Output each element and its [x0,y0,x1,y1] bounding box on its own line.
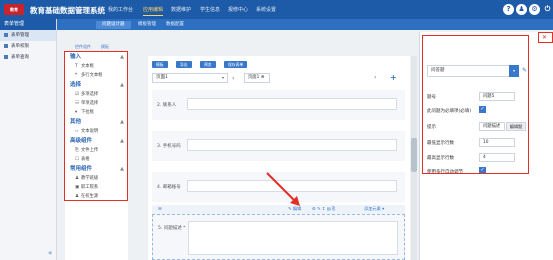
tab-templates[interactable]: 模板 [101,44,109,50]
answer-input[interactable] [187,98,397,110]
permission-icon [4,43,8,48]
highlight-box-palette [64,51,128,201]
annotation-arrow [266,172,300,206]
gear-icon[interactable]: ⚙ [529,4,540,15]
question-row[interactable]: 2. 联系人 [152,90,405,120]
highlight-box-properties [422,35,529,174]
nav-workbench[interactable]: 我的工作台 [108,6,133,13]
prev-page-icon[interactable]: ‹ [232,75,234,82]
next-page-icon[interactable]: › [374,74,376,81]
logo: 教育 [4,4,24,15]
sidebar-title: 表单管理 [0,19,56,30]
sidebar-item-form-permission[interactable]: 表单权限 [0,41,56,52]
question-label: 4. 邮箱账号 [157,185,181,190]
add-element-button[interactable]: 添加元素 ▾ [364,206,384,212]
user-icon[interactable]: ♟ [516,4,527,15]
page-tab[interactable]: 页面1 ⊗ [244,73,270,83]
form-icon [4,32,8,37]
nav-student-info[interactable]: 学生信息 [200,6,220,13]
preview-button[interactable]: 预览 [200,61,216,68]
question-label: 3. 手机号码 [157,144,181,149]
collapse-sidebar-icon[interactable]: « [48,249,52,257]
sidebar-item-form-manage[interactable]: 表单管理 [0,30,56,41]
tab-controls[interactable]: 控件组件 [75,44,91,50]
question-row-selected[interactable]: 5. 问题描述 * [152,214,405,260]
nav-system-settings[interactable]: 系统设置 [256,6,276,13]
answer-textarea[interactable] [188,221,398,255]
drag-handle-icon[interactable]: ☰ [158,206,162,211]
add-page-icon[interactable]: + [390,73,397,82]
save-form-button[interactable]: 保存表单 [224,61,248,68]
question-row[interactable]: 3. 手机号码 [152,131,405,161]
sidebar: 表单管理 表单管理 表单权限 表单查询 « [0,19,57,260]
tab-data-config[interactable]: 数据配置 [160,21,190,29]
app-title: 教育基础数据管理系统 [30,6,105,15]
tab-question-designer[interactable]: 问题设计器 [96,21,131,29]
scrollbar-thumb[interactable] [411,138,417,172]
question-label: 5. 问题描述 * [158,226,186,231]
page-select[interactable]: 页面1 ▾ [152,73,228,83]
question-label: 2. 联系人 [157,103,177,108]
template-button[interactable]: 模板 [152,61,168,68]
export-button[interactable]: 导出 [176,61,192,68]
sidebar-item-form-query[interactable]: 表单查询 [0,52,56,63]
top-bar: 教育 教育基础数据管理系统 我的工作台 应用编辑 数据维护 学生信息 报修中心 … [0,0,553,19]
sub-tab-bar: 问题设计器 模板管理 数据配置 [0,19,553,30]
nav-data-maintain[interactable]: 数据维护 [171,6,191,13]
help-icon[interactable]: ? [503,4,514,15]
question-action-icons[interactable]: ⚙ ✎ ↕ ▤ ⎘ [312,206,335,211]
logout-icon[interactable]: ⏻ [542,4,553,15]
tab-template-manage[interactable]: 模板管理 [132,21,162,29]
query-icon [4,54,8,59]
nav-repair-center[interactable]: 报修中心 [228,6,248,13]
answer-input[interactable] [187,139,397,151]
nav-app-edit[interactable]: 应用编辑 [143,6,164,16]
chevron-down-icon: ▾ [221,75,224,80]
close-panel-icon[interactable]: ✕ [542,34,547,41]
